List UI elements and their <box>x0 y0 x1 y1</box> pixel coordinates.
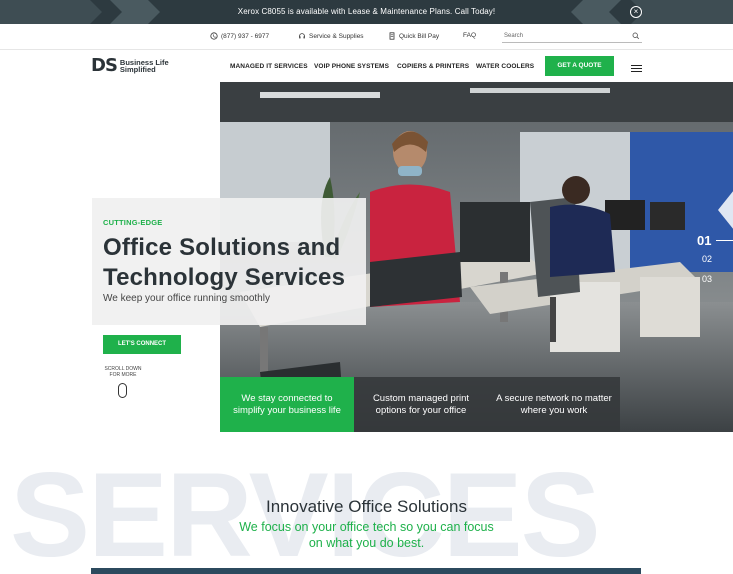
services-subtitle-line-1: We focus on your office tech so you can … <box>239 520 494 534</box>
nav-voip[interactable]: VOIP PHONE SYSTEMS <box>314 63 389 70</box>
logo-line-2: Simplified <box>119 65 156 74</box>
services-image-strip <box>91 568 641 574</box>
nav-copiers[interactable]: COPIERS & PRINTERS <box>397 63 469 70</box>
logo[interactable]: DS Business Life Simplified <box>91 57 169 75</box>
phone-link[interactable]: (877) 937 - 6977 <box>210 32 269 40</box>
search-placeholder: Search <box>504 33 524 39</box>
feature-tile-connected[interactable]: We stay connected to simplify your busin… <box>220 377 354 432</box>
search-icon[interactable] <box>632 32 640 40</box>
nav-managed-it[interactable]: MANAGED IT SERVICES <box>230 63 308 70</box>
hero-title-line-1: Office Solutions and <box>103 234 341 261</box>
headset-icon <box>299 33 305 39</box>
get-a-quote-button[interactable]: GET A QUOTE <box>545 56 614 76</box>
faq-label: FAQ <box>463 32 477 39</box>
announcement-text: Xerox C8055 is available with Lease & Ma… <box>237 7 496 16</box>
main-nav: DS Business Life Simplified MANAGED IT S… <box>0 50 733 82</box>
announcement-bar: Xerox C8055 is available with Lease & Ma… <box>0 0 733 24</box>
feature-tile-print[interactable]: Custom managed print options for your of… <box>354 377 488 432</box>
quick-bill-pay-label: Quick Bill Pay <box>399 32 440 40</box>
faq-link[interactable]: FAQ <box>463 32 476 39</box>
service-supplies-label: Service & Supplies <box>309 32 364 40</box>
hero-title-line-2: Technology Services <box>103 264 346 291</box>
search-input[interactable]: Search <box>502 30 642 43</box>
lets-connect-button[interactable]: LET'S CONNECT <box>103 335 181 354</box>
slide-indicator-2[interactable]: 02 <box>702 254 712 264</box>
logo-mark: DS <box>91 55 118 76</box>
services-subtitle-line-2: on what you do best. <box>308 536 425 550</box>
mouse-scroll-icon[interactable] <box>118 383 127 398</box>
scroll-down-hint: SCROLL DOWN FOR MORE <box>103 366 143 378</box>
slide-indicator-3[interactable]: 03 <box>702 274 712 284</box>
document-icon <box>389 32 395 40</box>
utility-bar: (877) 937 - 6977 Service & Supplies Quic… <box>0 24 733 50</box>
phone-number: (877) 937 - 6977 <box>221 32 270 40</box>
nav-water-coolers[interactable]: WATER COOLERS <box>476 63 534 70</box>
feature-tile-network[interactable]: A secure network no matter where you wor… <box>488 377 620 432</box>
slide-indicator-1[interactable]: 01 <box>697 233 711 248</box>
next-slide-arrow-icon[interactable] <box>714 190 733 230</box>
hero-subtitle: We keep your office running smoothly <box>103 293 270 304</box>
close-circle-icon[interactable]: × <box>630 6 642 18</box>
quick-bill-pay-link[interactable]: Quick Bill Pay <box>388 32 439 40</box>
active-slide-line <box>716 240 733 241</box>
service-supplies-link[interactable]: Service & Supplies <box>298 32 364 40</box>
phone-icon <box>210 32 218 40</box>
logo-tagline: Business Life Simplified <box>119 58 169 74</box>
services-subtitle: We focus on your office tech so you can … <box>0 519 733 551</box>
services-title: Innovative Office Solutions <box>266 497 467 516</box>
hero-eyebrow: CUTTING-EDGE <box>103 218 163 227</box>
hamburger-menu-icon[interactable] <box>631 65 642 73</box>
scroll-line-2: FOR MORE <box>109 372 137 378</box>
hero-title: Office Solutions and Technology Services <box>103 233 345 293</box>
